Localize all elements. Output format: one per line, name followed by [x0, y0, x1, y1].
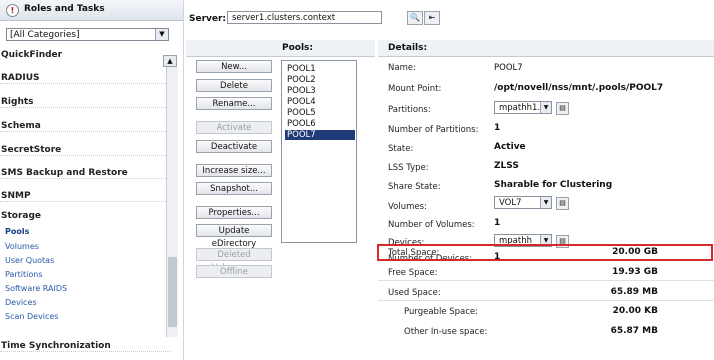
pool-item-pool4[interactable]: POOL4: [285, 97, 355, 107]
free-space-label: Free Space:: [388, 268, 438, 278]
snapshot-button[interactable]: Snapshot...: [196, 182, 272, 195]
rename-button[interactable]: Rename...: [196, 97, 272, 110]
volumes-label: Volumes:: [388, 202, 427, 212]
partitions-select[interactable]: mpathh1.1 ▼: [494, 101, 552, 114]
details-header: Details:: [388, 43, 428, 53]
delete-button[interactable]: Delete: [196, 79, 272, 92]
sidebar-title: Roles and Tasks: [24, 4, 105, 14]
sidebar-header: ! Roles and Tasks: [0, 0, 183, 21]
sidebar-item-partitions[interactable]: Partitions: [5, 270, 43, 279]
used-space-label: Used Space:: [388, 288, 441, 298]
category-select-value: [All Categories]: [10, 30, 80, 40]
lss-type-value: ZLSS: [494, 161, 519, 171]
chevron-down-icon[interactable]: ▼: [540, 197, 551, 208]
server-label: Server:: [189, 14, 227, 24]
share-state-value: Sharable for Clustering: [494, 180, 613, 190]
increase-size-button[interactable]: Increase size...: [196, 164, 272, 177]
num-volumes-value: 1: [494, 218, 501, 228]
num-partitions-value: 1: [494, 123, 501, 133]
pools-list[interactable]: POOL1 POOL2 POOL3 POOL4 POOL5 POOL6 POOL…: [281, 60, 357, 243]
sidebar-scrollbar[interactable]: [166, 67, 178, 337]
row-separator: [378, 300, 714, 301]
share-state-label: Share State:: [388, 182, 441, 192]
mount-point-value: /opt/novell/nss/mnt/.pools/POOL7: [494, 83, 664, 93]
deleted-volumes-button[interactable]: Deleted Volumes...: [196, 248, 272, 273]
pools-header-bar: Pools:: [186, 40, 375, 57]
sidebar-scroll-thumb[interactable]: [168, 257, 177, 327]
sidebar-category-secretstore[interactable]: SecretStore: [0, 145, 170, 156]
browse-icon[interactable]: 🔍: [407, 11, 423, 25]
row-separator: [378, 280, 714, 281]
pool-item-pool6[interactable]: POOL6: [285, 119, 355, 129]
sidebar-category-schema[interactable]: Schema: [0, 121, 170, 132]
sidebar: ! Roles and Tasks [All Categories] ▼ Qui…: [0, 0, 184, 360]
sidebar-item-volumes[interactable]: Volumes: [5, 242, 39, 251]
num-volumes-label: Number of Volumes:: [388, 220, 475, 230]
pool-item-pool5[interactable]: POOL5: [285, 108, 355, 118]
state-value: Active: [494, 142, 526, 152]
sidebar-item-user-quotas[interactable]: User Quotas: [5, 256, 54, 265]
details-header-bar: Details:: [378, 40, 714, 57]
state-label: State:: [388, 144, 414, 154]
sidebar-category-time-sync[interactable]: Time Synchronization: [0, 341, 170, 352]
sidebar-item-scan-devices[interactable]: Scan Devices: [5, 312, 59, 321]
name-value: POOL7: [494, 63, 523, 73]
pool-item-pool1[interactable]: POOL1: [285, 64, 355, 74]
sidebar-category-storage[interactable]: Storage: [0, 211, 170, 221]
chevron-down-icon[interactable]: ▼: [540, 102, 551, 113]
mount-point-label: Mount Point:: [388, 84, 442, 94]
total-space-value: 20.00 GB: [612, 247, 658, 257]
free-space-value: 19.93 GB: [612, 267, 658, 277]
partitions-label: Partitions:: [388, 105, 431, 115]
other-inuse-space-value: 65.87 MB: [610, 326, 658, 336]
partition-details-icon[interactable]: ▤: [556, 102, 569, 115]
sidebar-category-radius[interactable]: RADIUS: [0, 73, 170, 84]
total-space-label: Total Space:: [388, 248, 440, 258]
lss-type-label: LSS Type:: [388, 163, 429, 173]
history-icon[interactable]: ⇤: [424, 11, 440, 25]
purgeable-space-value: 20.00 KB: [612, 306, 658, 316]
sidebar-category-sms-backup[interactable]: SMS Backup and Restore: [0, 168, 170, 179]
sidebar-category-rights[interactable]: Rights: [0, 97, 170, 108]
sidebar-item-software-raids[interactable]: Software RAIDS: [5, 284, 67, 293]
scroll-up-icon[interactable]: ▲: [163, 55, 177, 67]
pool-item-pool7[interactable]: POOL7: [285, 130, 355, 140]
volumes-select-value: VOL7: [499, 198, 522, 208]
offline-button[interactable]: Offline: [196, 265, 272, 278]
pool-item-pool2[interactable]: POOL2: [285, 75, 355, 85]
roles-tasks-icon: !: [6, 4, 19, 17]
sidebar-quickfinder[interactable]: QuickFinder: [0, 50, 170, 60]
properties-button[interactable]: Properties...: [196, 206, 272, 219]
sidebar-item-pools[interactable]: Pools: [5, 227, 29, 236]
update-edirectory-button[interactable]: Update eDirectory: [196, 224, 272, 249]
name-label: Name:: [388, 63, 416, 73]
new-button[interactable]: New...: [196, 60, 272, 73]
volumes-select[interactable]: VOL7 ▼: [494, 196, 552, 209]
sidebar-category-snmp[interactable]: SNMP: [0, 191, 170, 202]
pool-item-pool3[interactable]: POOL3: [285, 86, 355, 96]
activate-button[interactable]: Activate: [196, 121, 272, 134]
other-inuse-space-label: Other In-use space:: [404, 327, 488, 337]
server-field[interactable]: server1.clusters.context: [227, 11, 382, 24]
used-space-value: 65.89 MB: [610, 287, 658, 297]
pools-header: Pools:: [282, 43, 314, 53]
partitions-select-value: mpathh1.1: [499, 103, 546, 113]
chevron-down-icon[interactable]: ▼: [155, 29, 168, 40]
num-partitions-label: Number of Partitions:: [388, 125, 479, 135]
deactivate-button[interactable]: Deactivate: [196, 140, 272, 153]
volume-details-icon[interactable]: ▤: [556, 197, 569, 210]
sidebar-item-devices[interactable]: Devices: [5, 298, 37, 307]
purgeable-space-label: Purgeable Space:: [404, 307, 478, 317]
category-select[interactable]: [All Categories] ▼: [6, 28, 169, 41]
